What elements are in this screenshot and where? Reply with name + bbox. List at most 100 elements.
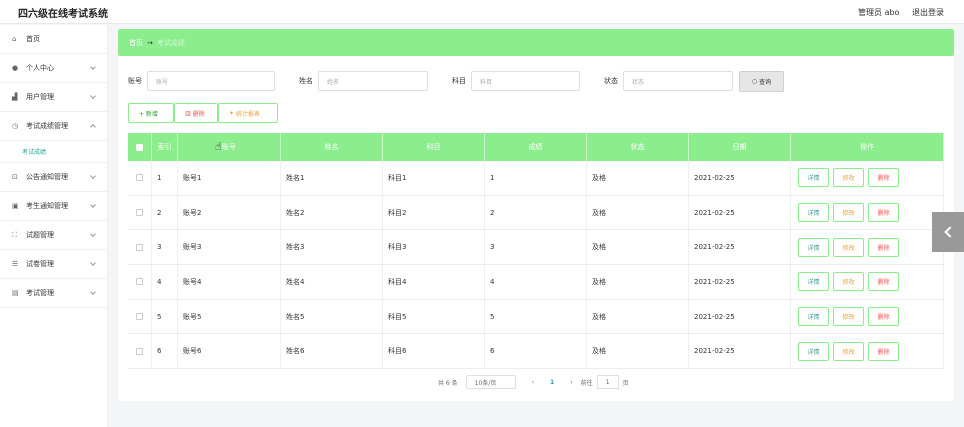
edit-button[interactable]: 修改 bbox=[833, 168, 864, 188]
edit-button[interactable]: 修改 bbox=[833, 341, 864, 361]
select-all-checkbox[interactable] bbox=[136, 143, 143, 151]
sidebar-item-exams[interactable]: ▤ 考试管理 bbox=[0, 279, 107, 308]
col-status[interactable]: 状态 bbox=[587, 133, 689, 161]
edit-button[interactable]: 修改 bbox=[833, 203, 864, 223]
cell-name: 姓名2 bbox=[281, 195, 383, 230]
monitor-icon: ▤ bbox=[12, 289, 19, 297]
sidebar-item-exam-notices[interactable]: ▣ 考生通知管理 bbox=[0, 192, 107, 221]
row-checkbox-cell[interactable] bbox=[128, 230, 152, 265]
breadcrumb-home[interactable]: 首页 bbox=[129, 39, 143, 47]
chevron-down-icon bbox=[90, 202, 96, 208]
row-checkbox-cell[interactable] bbox=[128, 299, 152, 334]
cell-actions: 详情 修改 删除 bbox=[791, 299, 944, 334]
row-delete-button[interactable]: 删除 bbox=[868, 203, 899, 223]
cell-subject: 科目2 bbox=[383, 195, 485, 230]
add-button[interactable]: + 新增 bbox=[128, 103, 174, 123]
col-date[interactable]: 日期 bbox=[689, 133, 791, 161]
col-score[interactable]: 成绩 bbox=[485, 133, 587, 161]
col-account[interactable]: 账号 bbox=[178, 133, 281, 161]
cell-subject: 科目5 bbox=[383, 299, 485, 334]
sidebar-item-users[interactable]: ▟ 用户管理 bbox=[0, 83, 107, 112]
cell-subject: 科目1 bbox=[383, 161, 485, 195]
row-checkbox[interactable] bbox=[136, 313, 143, 321]
sidebar-item-scores[interactable]: ◷ 考试成绩管理 bbox=[0, 112, 107, 141]
chevron-down-icon bbox=[90, 93, 96, 99]
cell-actions: 详情 修改 删除 bbox=[791, 334, 944, 369]
row-delete-button[interactable]: 删除 bbox=[868, 168, 899, 188]
edit-button[interactable]: 修改 bbox=[833, 237, 864, 257]
row-checkbox-cell[interactable] bbox=[128, 334, 152, 369]
detail-button[interactable]: 详情 bbox=[798, 237, 829, 257]
detail-button[interactable]: 详情 bbox=[798, 307, 829, 327]
cell-index: 6 bbox=[152, 334, 178, 369]
detail-button[interactable]: 详情 bbox=[798, 341, 829, 361]
delete-label: 删除 bbox=[192, 110, 205, 118]
cell-index: 4 bbox=[152, 265, 178, 299]
stats-label: 统计报表 bbox=[235, 110, 260, 118]
detail-button[interactable]: 详情 bbox=[798, 168, 829, 188]
row-checkbox-cell[interactable] bbox=[128, 265, 152, 299]
row-delete-button[interactable]: 删除 bbox=[868, 341, 899, 361]
row-delete-button[interactable]: 删除 bbox=[868, 272, 899, 292]
cell-status: 及格 bbox=[587, 161, 689, 195]
subject-input[interactable]: 科目 bbox=[471, 71, 580, 91]
breadcrumb-arrow: → bbox=[147, 39, 153, 47]
next-page-icon[interactable]: › bbox=[570, 379, 572, 386]
cell-account: 账号6 bbox=[178, 334, 281, 369]
delete-button[interactable]: ▥ 删除 bbox=[174, 103, 218, 123]
sidebar-item-announcements[interactable]: ⊡ 公告通知管理 bbox=[0, 163, 107, 192]
row-checkbox-cell[interactable] bbox=[128, 161, 152, 195]
name-input[interactable]: 姓名 bbox=[318, 71, 428, 91]
sidebar-item-home[interactable]: ⌂ 首页 bbox=[0, 25, 107, 54]
action-row: + 新增 ▥ 删除 ✦ 统计报表 bbox=[128, 103, 278, 123]
sidebar-item-label: 用户管理 bbox=[26, 93, 54, 101]
logout-link[interactable]: 退出登录 bbox=[912, 8, 944, 17]
row-checkbox[interactable] bbox=[136, 278, 143, 286]
detail-button[interactable]: 详情 bbox=[798, 203, 829, 223]
collapse-panel-button[interactable] bbox=[932, 212, 964, 252]
row-checkbox[interactable] bbox=[136, 209, 143, 217]
cell-actions: 详情 修改 删除 bbox=[791, 265, 944, 299]
edit-button[interactable]: 修改 bbox=[833, 307, 864, 327]
col-subject[interactable]: 科目 bbox=[383, 133, 485, 161]
sidebar-item-questions[interactable]: ⛶ 试题管理 bbox=[0, 221, 107, 250]
search-icon: ○ bbox=[751, 77, 760, 85]
stats-button[interactable]: ✦ 统计报表 bbox=[218, 103, 278, 123]
select-all-cell[interactable] bbox=[128, 133, 152, 161]
cell-date: 2021-02-25 bbox=[689, 265, 791, 299]
row-delete-button[interactable]: 删除 bbox=[868, 237, 899, 257]
sidebar-item-label: 试题管理 bbox=[26, 231, 54, 239]
row-checkbox[interactable] bbox=[136, 347, 143, 355]
row-checkbox[interactable] bbox=[136, 243, 143, 251]
sidebar-item-personal[interactable]: ● 个人中心 bbox=[0, 54, 107, 83]
cell-account: 账号5 bbox=[178, 299, 281, 334]
goto-input[interactable]: 1 bbox=[596, 375, 619, 389]
table-row: 4 账号4 姓名4 科目4 4 及格 2021-02-25 详情 修改 删除 bbox=[128, 265, 944, 300]
table-row: 3 账号3 姓名3 科目3 3 及格 2021-02-25 详情 修改 删除 bbox=[128, 230, 944, 266]
page-number[interactable]: 1 bbox=[550, 379, 554, 386]
cell-score: 2 bbox=[485, 195, 587, 230]
cell-status: 及格 bbox=[587, 230, 689, 265]
cell-actions: 详情 修改 删除 bbox=[791, 195, 944, 230]
row-checkbox[interactable] bbox=[136, 174, 143, 182]
row-delete-button[interactable]: 删除 bbox=[868, 307, 899, 327]
cell-actions: 详情 修改 删除 bbox=[791, 230, 944, 265]
row-checkbox-cell[interactable] bbox=[128, 195, 152, 230]
prev-page-icon[interactable]: ‹ bbox=[532, 379, 534, 386]
status-input[interactable]: 状态 bbox=[623, 71, 733, 91]
clock-icon: ◷ bbox=[12, 122, 19, 130]
sidebar-item-papers[interactable]: ☰ 试卷管理 bbox=[0, 250, 107, 279]
account-input[interactable]: 账号 bbox=[147, 71, 275, 91]
page-size-select[interactable]: 10条/页 bbox=[465, 375, 516, 389]
query-button[interactable]: ○ 查询 bbox=[739, 70, 784, 92]
edit-button[interactable]: 修改 bbox=[833, 272, 864, 292]
col-name[interactable]: 姓名 bbox=[281, 133, 383, 161]
table-row: 5 账号5 姓名5 科目5 5 及格 2021-02-25 详情 修改 删除 bbox=[128, 299, 944, 335]
cell-status: 及格 bbox=[587, 195, 689, 230]
trash-icon: ▥ bbox=[185, 109, 193, 117]
detail-button[interactable]: 详情 bbox=[798, 272, 829, 292]
pagination: 共 6 条 10条/页 ‹ 1 › 前往 1 页 bbox=[438, 375, 629, 389]
sidebar-subitem-scores[interactable]: 考试成绩 bbox=[0, 141, 107, 163]
chart-icon: ▟ bbox=[12, 93, 18, 101]
status-label: 状态 bbox=[604, 77, 618, 85]
